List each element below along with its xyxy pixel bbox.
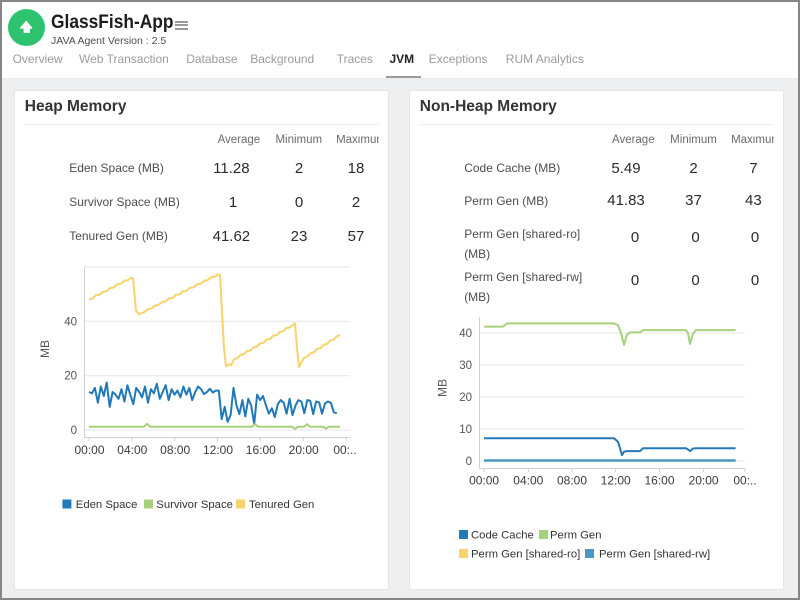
svg-text:40: 40 — [64, 316, 77, 328]
svg-text:04:00: 04:00 — [117, 443, 147, 457]
svg-text:Tenured Gen: Tenured Gen — [249, 499, 314, 511]
svg-text:08:00: 08:00 — [160, 443, 190, 457]
svg-text:Eden Space: Eden Space — [76, 499, 138, 511]
svg-text:30: 30 — [459, 360, 472, 372]
svg-text:MB: MB — [436, 379, 450, 397]
svg-text:00:00: 00:00 — [74, 443, 104, 457]
svg-text:16:00: 16:00 — [644, 474, 674, 488]
svg-text:Perm Gen [shared-rw]: Perm Gen [shared-rw] — [599, 549, 710, 561]
svg-text:00:00: 00:00 — [469, 474, 499, 488]
svg-text:04:00: 04:00 — [513, 474, 543, 488]
svg-text:Perm Gen [shared-ro]: Perm Gen [shared-ro] — [471, 549, 580, 561]
svg-text:0: 0 — [466, 456, 472, 468]
svg-text:10: 10 — [459, 424, 472, 436]
svg-text:20:00: 20:00 — [289, 443, 319, 457]
svg-text:00:..: 00:.. — [733, 474, 756, 488]
svg-text:MB: MB — [38, 340, 52, 358]
svg-text:0: 0 — [71, 425, 77, 437]
svg-text:12:00: 12:00 — [203, 443, 233, 457]
svg-text:20:00: 20:00 — [689, 474, 719, 488]
svg-text:20: 20 — [459, 392, 472, 404]
svg-text:08:00: 08:00 — [557, 474, 587, 488]
svg-text:12:00: 12:00 — [601, 474, 631, 488]
svg-text:Perm Gen: Perm Gen — [550, 530, 601, 542]
svg-text:Survivor Space: Survivor Space — [156, 499, 233, 511]
svg-text:20: 20 — [64, 371, 77, 383]
svg-text:Code Cache: Code Cache — [471, 530, 534, 542]
svg-text:16:00: 16:00 — [246, 443, 276, 457]
svg-text:40: 40 — [459, 328, 472, 340]
svg-text:00:..: 00:.. — [333, 443, 356, 457]
